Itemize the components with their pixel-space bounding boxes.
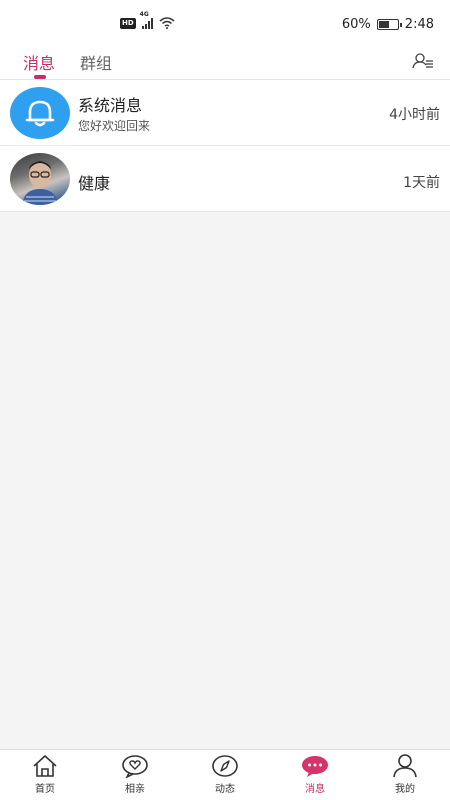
conversation-list: 系统消息 您好欢迎回来 4小时前 健康 1天前 bbox=[0, 80, 450, 212]
system-status: 60% 2:48 bbox=[342, 17, 434, 32]
list-item[interactable]: 健康 1天前 bbox=[0, 146, 450, 212]
user-photo bbox=[22, 161, 58, 205]
conversation-time: 4小时前 bbox=[389, 107, 440, 123]
nav-label: 我的 bbox=[395, 784, 415, 795]
conversation-time: 1天前 bbox=[403, 175, 440, 191]
wifi-icon bbox=[159, 17, 175, 29]
battery-fill bbox=[378, 21, 389, 28]
network-type: 4G bbox=[139, 11, 149, 18]
nav-label: 消息 bbox=[305, 784, 325, 795]
clock: 2:48 bbox=[404, 17, 434, 32]
conversation-preview: 您好欢迎回来 bbox=[78, 119, 151, 133]
battery-icon bbox=[376, 19, 402, 30]
person-icon bbox=[393, 754, 417, 778]
nav-item-moments[interactable]: 动态 bbox=[195, 754, 255, 795]
tab-messages[interactable]: 消息 bbox=[23, 50, 55, 74]
nav-label: 相亲 bbox=[125, 784, 145, 795]
list-item[interactable]: 系统消息 您好欢迎回来 4小时前 bbox=[0, 80, 450, 146]
contacts-icon[interactable] bbox=[412, 52, 434, 70]
nav-item-dating[interactable]: 相亲 bbox=[105, 754, 165, 795]
bell-icon bbox=[25, 100, 55, 127]
system-avatar bbox=[10, 87, 70, 139]
heart-chat-icon bbox=[122, 755, 148, 778]
compass-icon bbox=[212, 755, 238, 777]
nav-item-profile[interactable]: 我的 bbox=[375, 754, 435, 795]
tab-active-indicator bbox=[34, 75, 46, 79]
status-bar: HD 4G 60% 2:48 bbox=[0, 0, 450, 42]
nav-item-home[interactable]: 首页 bbox=[15, 754, 75, 795]
nav-label: 首页 bbox=[35, 784, 55, 795]
user-avatar bbox=[10, 153, 70, 205]
chat-bubble-icon bbox=[302, 756, 328, 777]
hd-badge: HD bbox=[120, 17, 136, 29]
message-tabs: 消息 群组 bbox=[0, 42, 450, 80]
battery-percent: 60% bbox=[341, 17, 371, 32]
conversation-title: 健康 bbox=[78, 174, 111, 193]
nav-item-messages[interactable]: 消息 bbox=[285, 754, 345, 795]
signal-icon: 4G bbox=[140, 11, 153, 29]
bottom-nav: 首页 相亲 动态 消息 我的 bbox=[0, 749, 450, 800]
home-icon bbox=[33, 755, 57, 777]
tab-groups[interactable]: 群组 bbox=[80, 50, 112, 74]
network-status: HD 4G bbox=[120, 11, 175, 29]
nav-label: 动态 bbox=[215, 784, 235, 795]
conversation-title: 系统消息 bbox=[78, 96, 143, 115]
